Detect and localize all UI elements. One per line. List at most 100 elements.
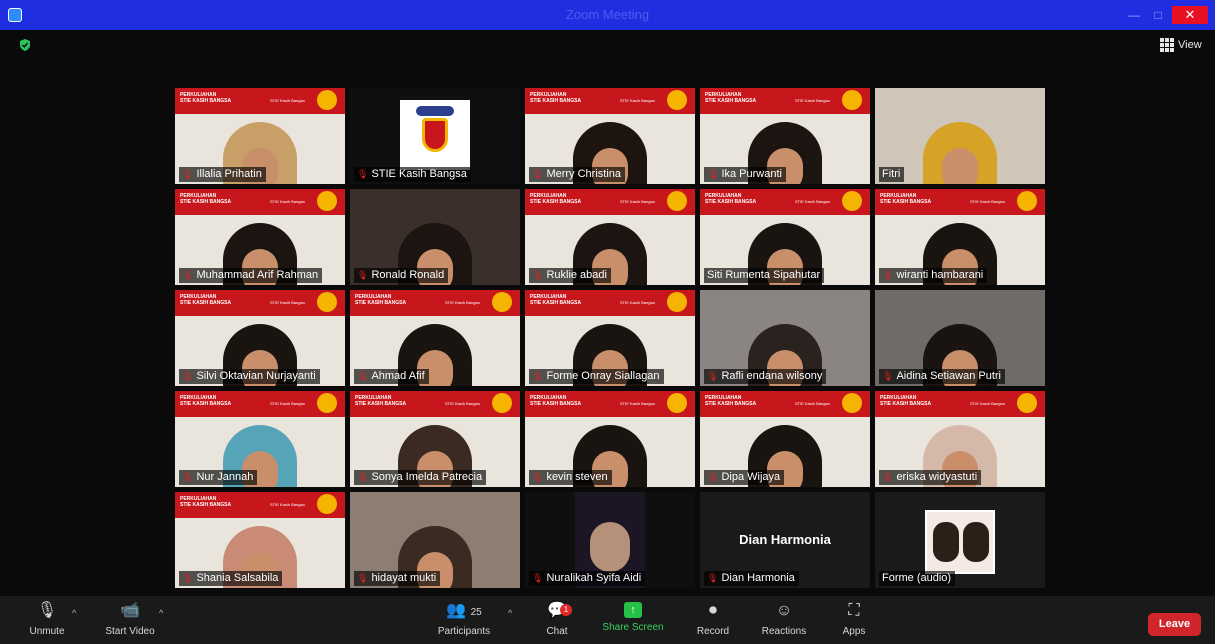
banner-subtitle: STIE Kasih Bangsa: [970, 401, 1005, 406]
participant-name: Ronald Ronald: [371, 269, 445, 281]
participant-name-tag: 🎙 Forme Onray Siallagan: [529, 369, 664, 384]
participant-tile[interactable]: Dian Harmonia 🎙 Dian Harmonia: [700, 492, 870, 588]
muted-microphone-icon: 🎙: [357, 573, 369, 583]
participant-tile[interactable]: PERKULIAHAN STIE KASIH BANGSA STIE Kasih B…: [700, 88, 870, 184]
participant-name: Nuralikah Syifa Aidi: [546, 572, 642, 584]
participant-tile[interactable]: PERKULIAHAN STIE KASIH BANGSA STIE Kasih B…: [525, 189, 695, 285]
participant-tile[interactable]: PERKULIAHAN STIE KASIH BANGSA STIE Kasih B…: [175, 492, 345, 588]
record-label: Record: [696, 626, 730, 637]
participant-tile[interactable]: 🎙 Ronald Ronald: [350, 189, 520, 285]
muted-microphone-icon: 🎙: [182, 371, 194, 381]
participant-tile[interactable]: Forme (audio): [875, 492, 1045, 588]
muted-microphone-icon: 🎙: [882, 270, 894, 280]
leave-button[interactable]: Leave: [1148, 613, 1201, 636]
participant-name: Dipa Wijaya: [721, 471, 781, 483]
participant-tile[interactable]: 🎙 Rafli endana wilsony: [700, 290, 870, 386]
muted-microphone-icon: 🎙: [707, 573, 719, 583]
muted-microphone-icon: 🎙: [357, 270, 369, 280]
participant-tile[interactable]: PERKULIAHAN STIE KASIH BANGSA STIE Kasih B…: [175, 290, 345, 386]
share-screen-label: Share Screen: [602, 622, 664, 633]
participant-name-tag: 🎙 Ahmad Afif: [354, 369, 429, 384]
banner-subtitle: STIE Kasih Bangsa: [620, 98, 655, 103]
close-button[interactable]: ✕: [1172, 6, 1208, 24]
participant-name: Silvi Oktavian Nurjayanti: [196, 370, 316, 382]
muted-microphone-icon: 🎙: [532, 371, 544, 381]
participant-tile[interactable]: PERKULIAHAN STIE KASIH BANGSA STIE Kasih B…: [175, 88, 345, 184]
participant-tile[interactable]: PERKULIAHAN STIE KASIH BANGSA STIE Kasih B…: [175, 189, 345, 285]
participants-button[interactable]: 👥 25 Participants: [432, 600, 496, 637]
participant-tile[interactable]: 🎙 hidayat mukti: [350, 492, 520, 588]
video-options-caret-icon[interactable]: ^: [159, 608, 163, 618]
stie-logo-icon: [317, 494, 337, 514]
participant-tile[interactable]: 🎙 Aidina Setiawan Putri: [875, 290, 1045, 386]
banner-title: PERKULIAHAN STIE KASIH BANGSA: [530, 193, 582, 205]
minimize-button[interactable]: —: [1122, 0, 1146, 30]
record-button[interactable]: ⏺ Record: [694, 600, 732, 637]
stie-logo-icon: [317, 292, 337, 312]
class-banner: PERKULIAHAN STIE KASIH BANGSA STIE Kasih B…: [525, 189, 695, 215]
participant-tile[interactable]: PERKULIAHAN STIE KASIH BANGSA STIE Kasih B…: [525, 88, 695, 184]
stie-logo-icon: [317, 393, 337, 413]
class-banner: PERKULIAHAN STIE KASIH BANGSA STIE Kasih B…: [175, 492, 345, 518]
participants-caret-icon[interactable]: ^: [508, 608, 512, 618]
unmute-button[interactable]: 🎙 Unmute: [24, 600, 70, 637]
stie-logo-icon: [317, 191, 337, 211]
reactions-button[interactable]: ☺ Reactions: [758, 600, 810, 637]
shield-check-icon[interactable]: [18, 38, 32, 52]
stie-logo-icon: [667, 292, 687, 312]
participant-name-tag: 🎙 Sonya Imelda Patrecia: [354, 470, 487, 485]
participant-tile[interactable]: 🎙 STIE Kasih Bangsa: [350, 88, 520, 184]
stie-logo-icon: [492, 393, 512, 413]
share-screen-icon: ↑: [624, 602, 642, 618]
participant-name-tag: 🎙 eriska widyastuti: [879, 470, 982, 485]
class-banner: PERKULIAHAN STIE KASIH BANGSA STIE Kasih B…: [175, 391, 345, 417]
start-video-button[interactable]: 📹 Start Video: [100, 600, 160, 637]
class-banner: PERKULIAHAN STIE KASIH BANGSA STIE Kasih B…: [525, 290, 695, 316]
participant-name: Ahmad Afif: [371, 370, 425, 382]
stie-logo-icon: [1017, 393, 1037, 413]
muted-microphone-icon: 🎙: [357, 371, 369, 381]
participant-name: Aidina Setiawan Putri: [896, 370, 1001, 382]
participant-tile[interactable]: PERKULIAHAN STIE KASIH BANGSA STIE Kasih B…: [525, 290, 695, 386]
muted-microphone-icon: 🎙: [882, 472, 894, 482]
class-banner: PERKULIAHAN STIE KASIH BANGSA STIE Kasih B…: [700, 391, 870, 417]
participant-name-tag: 🎙 Ronald Ronald: [354, 268, 449, 283]
reactions-smiley-icon: ☺: [775, 602, 793, 619]
grid-view-icon: [1160, 38, 1174, 52]
banner-title: PERKULIAHAN STIE KASIH BANGSA: [355, 294, 407, 306]
class-banner: PERKULIAHAN STIE KASIH BANGSA STIE Kasih B…: [700, 189, 870, 215]
participant-name: Fitri: [882, 168, 901, 180]
participant-name: hidayat mukti: [371, 572, 437, 584]
class-banner: PERKULIAHAN STIE KASIH BANGSA STIE Kasih B…: [175, 189, 345, 215]
participant-tile[interactable]: 🎙 Nuralikah Syifa Aidi: [525, 492, 695, 588]
stie-logo-icon: [1017, 191, 1037, 211]
participant-tile[interactable]: Fitri: [875, 88, 1045, 184]
participant-tile[interactable]: PERKULIAHAN STIE KASIH BANGSA STIE Kasih B…: [175, 391, 345, 487]
participant-name: Forme Onray Siallagan: [546, 370, 660, 382]
participant-name-tag: 🎙 Dipa Wijaya: [704, 470, 785, 485]
banner-title: PERKULIAHAN STIE KASIH BANGSA: [705, 92, 757, 104]
participant-tile[interactable]: PERKULIAHAN STIE KASIH BANGSA STIE Kasih B…: [700, 189, 870, 285]
apps-button[interactable]: ⛶ Apps: [838, 600, 870, 637]
participant-tile[interactable]: PERKULIAHAN STIE KASIH BANGSA STIE Kasih B…: [350, 290, 520, 386]
share-screen-button[interactable]: ↑ Share Screen: [600, 600, 666, 633]
participant-video: [923, 122, 997, 184]
record-icon: ⏺: [708, 602, 717, 619]
audio-options-caret-icon[interactable]: ^: [72, 608, 76, 618]
banner-title: PERKULIAHAN STIE KASIH BANGSA: [180, 193, 232, 205]
class-banner: PERKULIAHAN STIE KASIH BANGSA STIE Kasih B…: [350, 391, 520, 417]
reactions-label: Reactions: [761, 626, 807, 637]
participant-name: Sonya Imelda Patrecia: [371, 471, 483, 483]
participant-tile[interactable]: PERKULIAHAN STIE KASIH BANGSA STIE Kasih B…: [350, 391, 520, 487]
view-button[interactable]: View: [1160, 38, 1202, 52]
participant-tile[interactable]: PERKULIAHAN STIE KASIH BANGSA STIE Kasih B…: [525, 391, 695, 487]
participant-tile[interactable]: PERKULIAHAN STIE KASIH BANGSA STIE Kasih B…: [700, 391, 870, 487]
banner-subtitle: STIE Kasih Bangsa: [270, 401, 305, 406]
participant-tile[interactable]: PERKULIAHAN STIE KASIH BANGSA STIE Kasih B…: [875, 391, 1045, 487]
banner-title: PERKULIAHAN STIE KASIH BANGSA: [530, 92, 582, 104]
participant-tile[interactable]: PERKULIAHAN STIE KASIH BANGSA STIE Kasih B…: [875, 189, 1045, 285]
participant-name-tag: 🎙 Ika Purwanti: [704, 167, 786, 182]
maximize-button[interactable]: □: [1148, 0, 1168, 30]
video-off-icon: 📹: [120, 602, 140, 619]
chat-notification-badge: 1: [560, 604, 572, 616]
